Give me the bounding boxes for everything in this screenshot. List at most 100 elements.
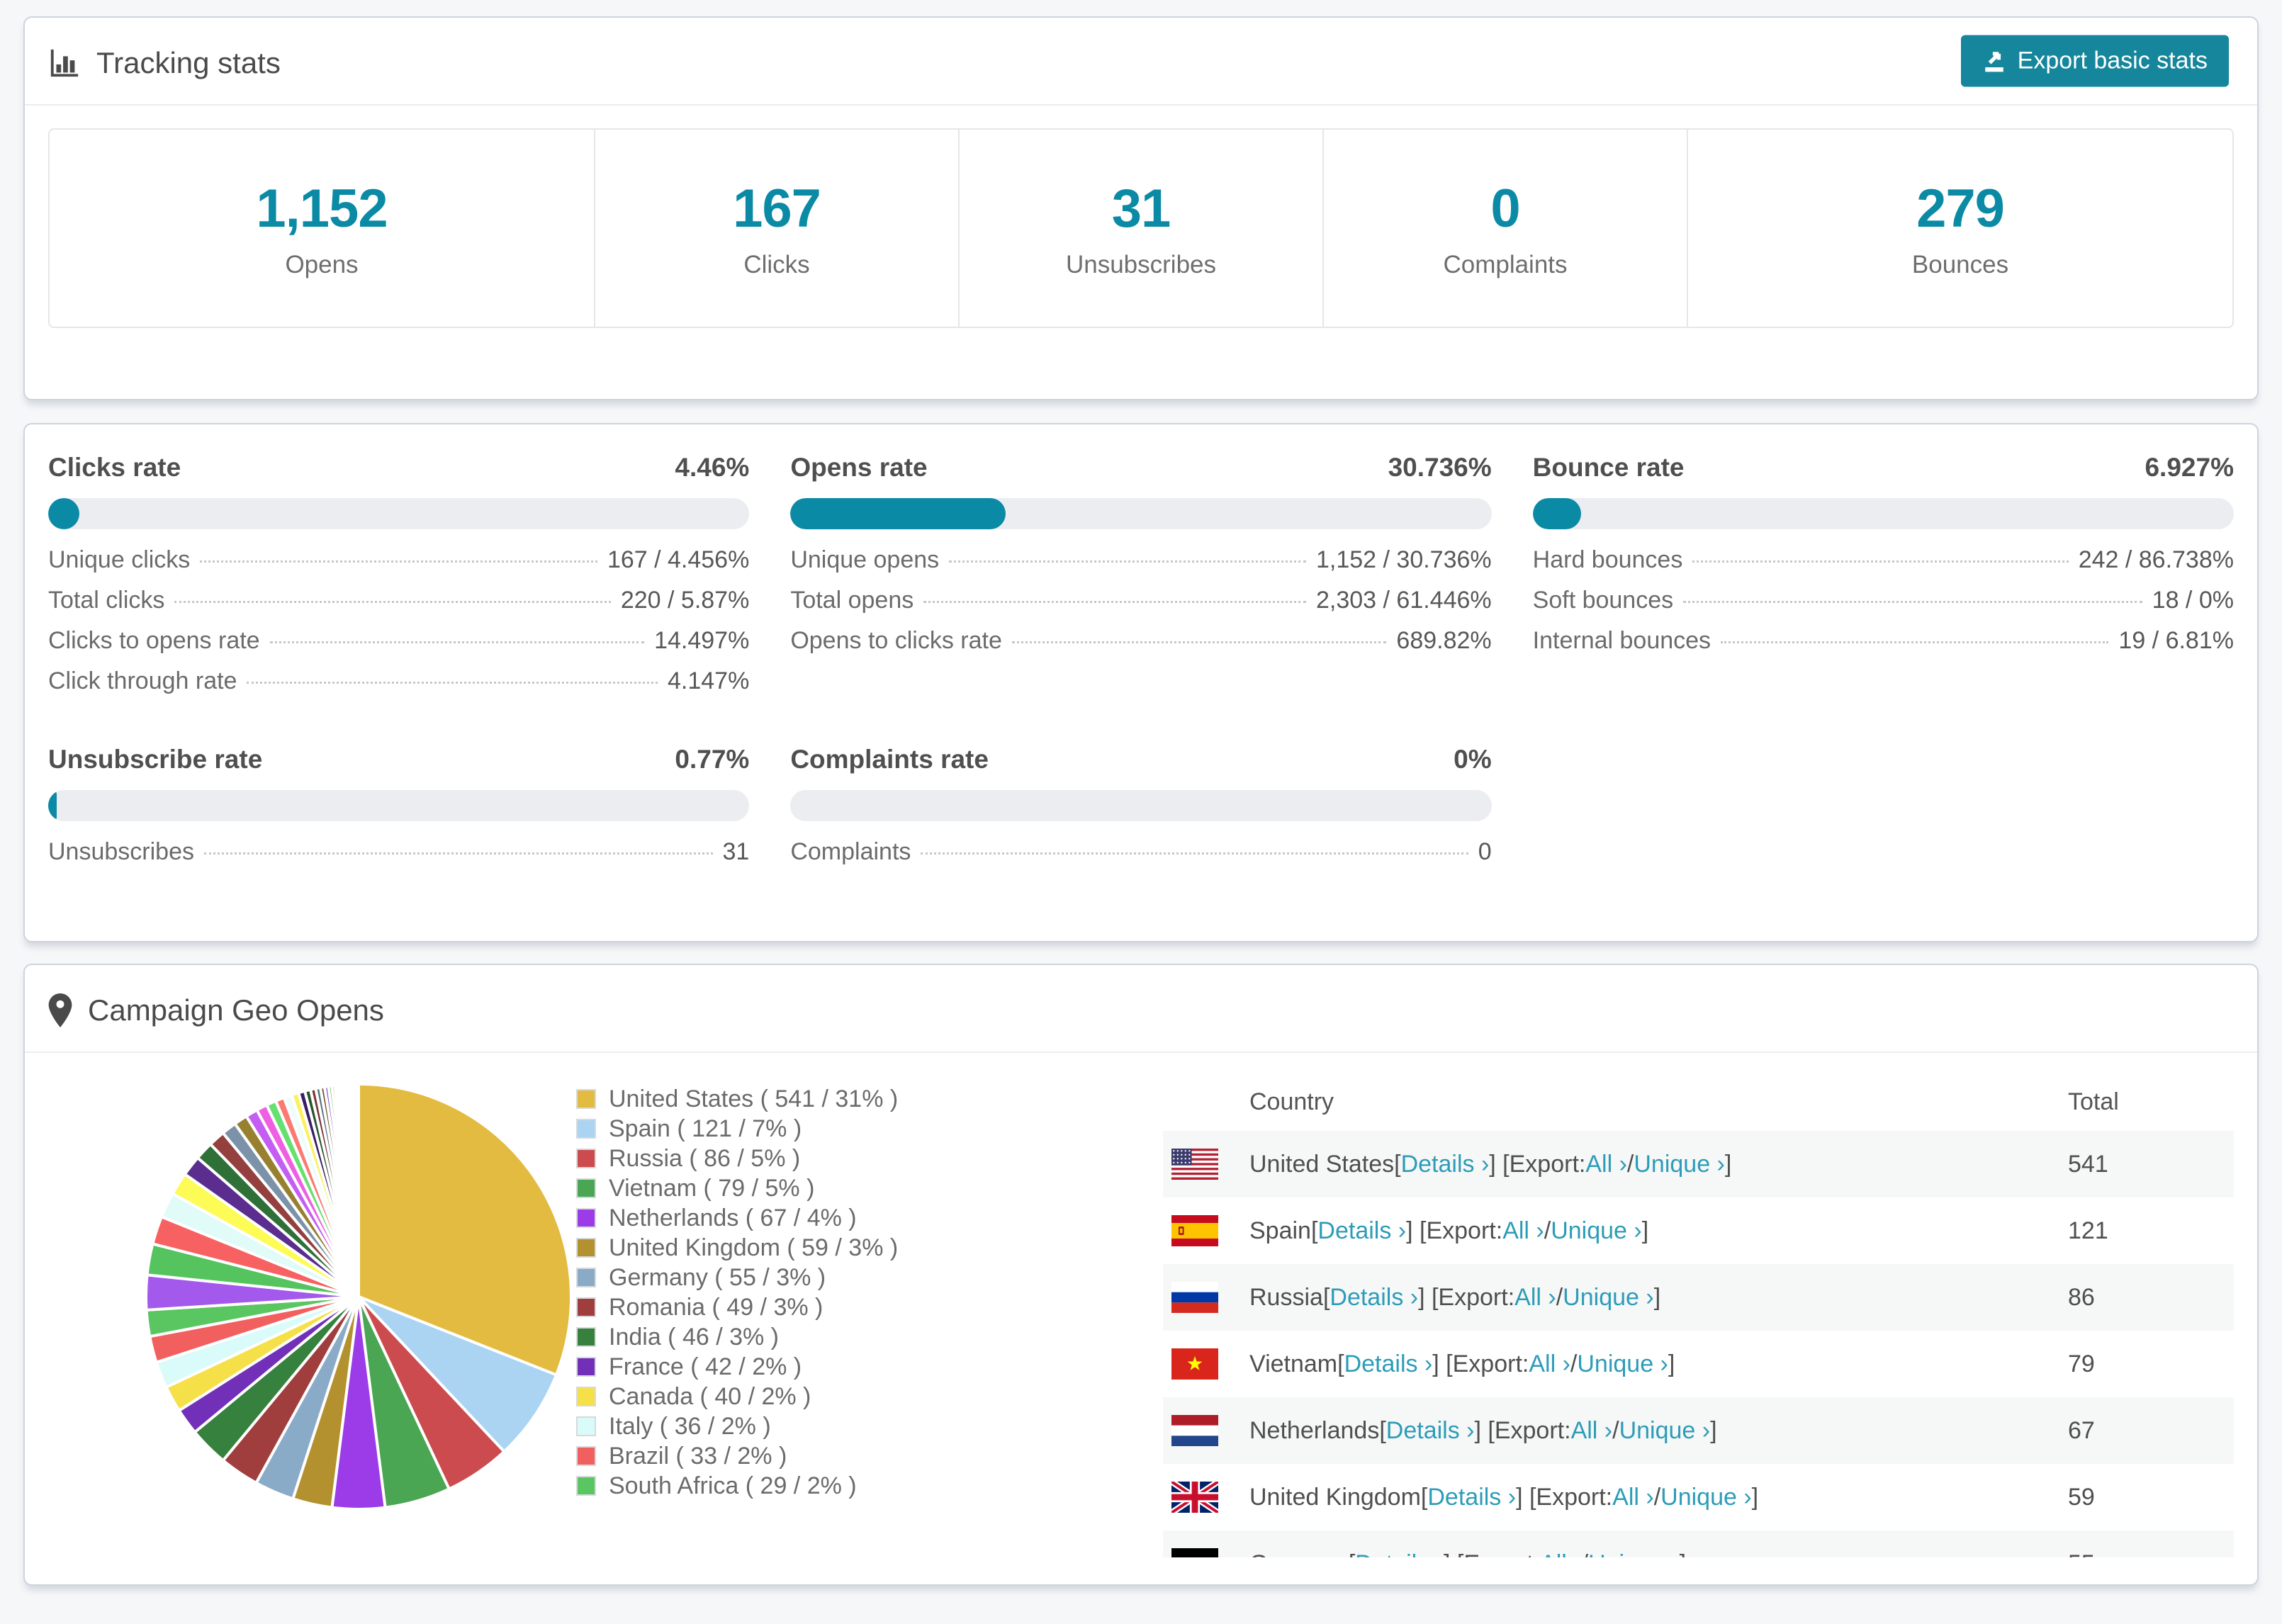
export-unique-link[interactable]: Unique ›: [1634, 1151, 1725, 1178]
export-all-link[interactable]: All ›: [1502, 1217, 1544, 1245]
export-all-link[interactable]: All ›: [1514, 1284, 1556, 1312]
export-all-link[interactable]: All ›: [1540, 1550, 1582, 1558]
summary-box-unsubscribes: 31 Unsubscribes: [958, 130, 1322, 327]
rate-detail-label: Complaints: [790, 838, 911, 865]
details-link[interactable]: Details ›: [1355, 1550, 1444, 1558]
legend-label: Canada ( 40 / 2% ): [609, 1382, 811, 1410]
export-unique-link[interactable]: Unique ›: [1551, 1217, 1642, 1245]
details-link[interactable]: Details ›: [1317, 1217, 1406, 1245]
export-unique-link[interactable]: Unique ›: [1660, 1484, 1752, 1511]
country-name: United Kingdom: [1249, 1483, 1421, 1511]
rate-detail-label: Internal bounces: [1532, 627, 1712, 654]
geo-opens-title: Campaign Geo Opens: [88, 993, 384, 1027]
bracket: ] [Export:: [1432, 1350, 1529, 1377]
bracket: ] [Export:: [1444, 1550, 1540, 1558]
country-name: United States: [1249, 1150, 1395, 1178]
export-all-link[interactable]: All ›: [1612, 1484, 1654, 1511]
dotted-leader: [1692, 560, 2069, 563]
export-all-link[interactable]: All ›: [1571, 1417, 1613, 1445]
export-all-link[interactable]: All ›: [1585, 1151, 1627, 1178]
rate-detail-row: Hard bounces 242 / 86.738%: [1533, 546, 2234, 587]
country-cell: Russia [Details ›] [Export: All › / Uniq…: [1163, 1282, 2068, 1313]
legend-item-united-kingdom: United Kingdom ( 59 / 3% ): [576, 1233, 1091, 1263]
rate-detail-row: Soft bounces 18 / 0%: [1533, 587, 2234, 627]
details-link[interactable]: Details ›: [1401, 1151, 1490, 1178]
rate-progress-track: [48, 498, 750, 529]
summary-label: Clicks: [743, 250, 810, 278]
country-name: Netherlands: [1249, 1416, 1380, 1444]
legend-label: United States ( 541 / 31% ): [609, 1085, 899, 1112]
summary-value: 167: [733, 178, 821, 239]
legend-item-italy: Italy ( 36 / 2% ): [576, 1411, 1091, 1441]
tracking-stats-page: Tracking stats Export basic stats 1,152 O…: [0, 16, 2282, 1624]
country-cell-wrap: United States [Details ›] [Export: All ›…: [1163, 1131, 2068, 1197]
es-flag-icon: [1171, 1215, 1218, 1246]
de-flag-icon: [1171, 1548, 1218, 1557]
country-cell-wrap: Vietnam [Details ›] [Export: All › / Uni…: [1163, 1331, 2068, 1397]
rate-detail-row: Total clicks 220 / 5.87%: [48, 587, 749, 627]
geo-table-row-de: Germany [Details ›] [Export: All › / Uni…: [1163, 1530, 2234, 1557]
country-cell-wrap: Spain [Details ›] [Export: All › / Uniqu…: [1163, 1197, 2068, 1264]
rate-head: Unsubscribe rate 0.77%: [48, 745, 749, 774]
legend-swatch: [576, 1119, 596, 1139]
bracket: [: [1337, 1350, 1344, 1377]
bracket: [: [1322, 1283, 1330, 1311]
rate-detail-row: Internal bounces 19 / 6.81%: [1533, 627, 2234, 667]
export-unique-link[interactable]: Unique ›: [1619, 1417, 1711, 1445]
export-basic-stats-button[interactable]: Export basic stats: [1960, 35, 2229, 87]
bracket: [: [1379, 1416, 1386, 1444]
rate-head: Clicks rate 4.46%: [48, 453, 749, 483]
legend-item-netherlands: Netherlands ( 67 / 4% ): [576, 1203, 1091, 1233]
rate-progress-track: [1532, 498, 2234, 529]
summary-value: 279: [1916, 178, 2005, 239]
nl-flag-icon: [1171, 1415, 1218, 1446]
table-header-country: Country: [1249, 1088, 1334, 1115]
bracket: ] [Export:: [1406, 1217, 1503, 1244]
geo-opens-pie-chart: [145, 1082, 573, 1511]
tracking-stats-header: Tracking stats Export basic stats: [25, 18, 2257, 106]
details-link[interactable]: Details ›: [1330, 1284, 1418, 1312]
rate-head: Complaints rate 0%: [790, 745, 1491, 774]
dotted-leader: [1721, 641, 2109, 643]
details-link[interactable]: Details ›: [1427, 1484, 1516, 1511]
export-all-link[interactable]: All ›: [1529, 1350, 1570, 1378]
legend-label: Brazil ( 33 / 2% ): [609, 1442, 787, 1470]
export-unique-link[interactable]: Unique ›: [1563, 1284, 1654, 1312]
summary-value: 31: [1111, 178, 1171, 239]
country-name: Spain: [1249, 1217, 1311, 1244]
bracket: /: [1612, 1416, 1619, 1444]
country-total: 121: [2068, 1217, 2108, 1244]
rate-detail-label: Unique opens: [790, 546, 940, 573]
rate-detail-value: 2,303 / 61.446%: [1316, 587, 1492, 614]
rate-detail-label: Opens to clicks rate: [790, 627, 1002, 654]
rate-head: Bounce rate 6.927%: [1533, 453, 2234, 483]
export-unique-link[interactable]: Unique ›: [1588, 1550, 1680, 1558]
legend-label: Italy ( 36 / 2% ): [609, 1412, 771, 1440]
legend-swatch: [576, 1297, 596, 1317]
details-link[interactable]: Details ›: [1386, 1417, 1475, 1445]
dotted-leader: [1011, 641, 1387, 643]
bracket: ]: [1751, 1483, 1759, 1511]
bracket: ] [Export:: [1418, 1283, 1515, 1311]
details-link[interactable]: Details ›: [1344, 1350, 1433, 1378]
rate-title: Bounce rate: [1532, 453, 1685, 482]
legend-label: Russia ( 86 / 5% ): [609, 1144, 801, 1172]
dotted-leader: [921, 852, 1468, 855]
legend-swatch: [576, 1476, 596, 1496]
rate-value: 4.46%: [675, 453, 750, 482]
rate-progress-fill: [48, 498, 80, 529]
export-icon: [1982, 49, 2006, 73]
rate-detail-row: Opens to clicks rate 689.82%: [790, 627, 1491, 667]
geo-table-row-us: United States [Details ›] [Export: All ›…: [1163, 1131, 2234, 1197]
vn-flag-icon: [1171, 1348, 1218, 1380]
rate-detail-value: 31: [722, 838, 750, 865]
rate-detail-value: 689.82%: [1396, 627, 1492, 654]
summary-label: Unsubscribes: [1065, 250, 1217, 278]
country-cell: United States [Details ›] [Export: All ›…: [1163, 1149, 2068, 1180]
legend-swatch: [576, 1178, 596, 1198]
rate-progress-fill: [790, 498, 1006, 529]
tracking-stats-card: Tracking stats Export basic stats 1,152 O…: [23, 16, 2259, 400]
country-cell-wrap: Germany [Details ›] [Export: All › / Uni…: [1163, 1530, 2068, 1557]
export-unique-link[interactable]: Unique ›: [1577, 1350, 1668, 1378]
bracket: /: [1544, 1217, 1551, 1244]
